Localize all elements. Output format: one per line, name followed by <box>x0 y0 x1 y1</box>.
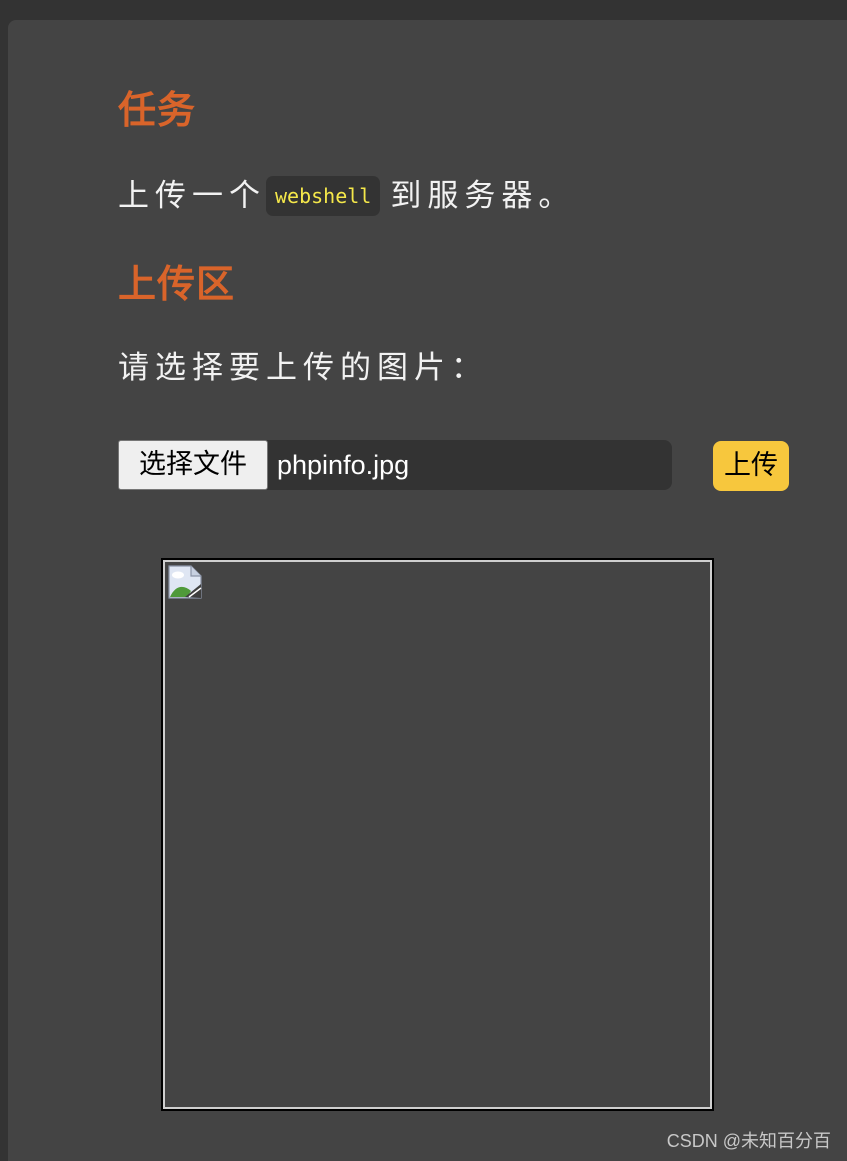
choose-file-button[interactable]: 选择文件 <box>118 440 268 490</box>
upload-button[interactable]: 上传 <box>713 441 789 491</box>
task-text-after: 到服务器。 <box>390 178 576 214</box>
task-heading: 任务 <box>118 88 197 132</box>
task-text-before: 上传一个 <box>118 178 266 214</box>
file-input[interactable]: 选择文件 phpinfo.jpg <box>118 440 672 490</box>
upload-prompt: 请选择要上传的图片： <box>118 350 488 386</box>
image-preview-frame <box>163 560 712 1109</box>
task-description: 上传一个 webshell 到服务器。 <box>118 174 575 218</box>
broken-image-icon <box>168 565 202 599</box>
main-panel: 任务 上传一个 webshell 到服务器。 上传区 请选择要上传的图片： 选择… <box>8 20 847 1161</box>
image-preview <box>161 558 714 1111</box>
selected-file-name: phpinfo.jpg <box>277 450 410 480</box>
csdn-watermark: CSDN @未知百分百 <box>666 1131 831 1151</box>
webshell-code: webshell <box>266 176 381 216</box>
upload-heading: 上传区 <box>118 262 236 306</box>
